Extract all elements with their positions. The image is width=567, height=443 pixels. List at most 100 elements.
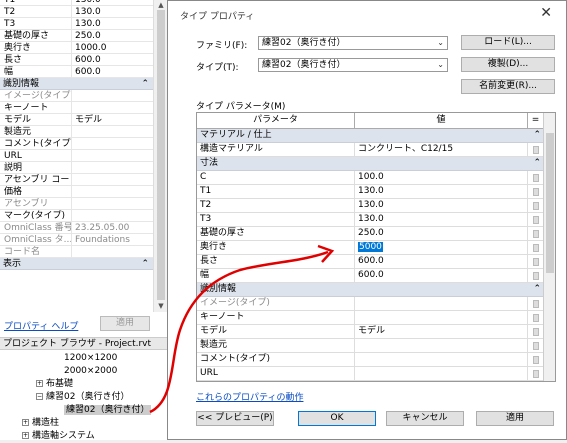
tree-item[interactable]: + 構造柱: [0, 417, 167, 430]
grid-scrollbar[interactable]: [543, 113, 555, 381]
properties-scrollbar[interactable]: ▲ ▼: [153, 0, 167, 312]
rename-button[interactable]: 名前変更(R)...: [461, 79, 555, 94]
param-value[interactable]: 130.0: [358, 186, 384, 196]
property-row[interactable]: 長さ 600.0: [0, 54, 153, 66]
ok-button[interactable]: OK: [298, 411, 376, 426]
grid-row[interactable]: 構造マテリアル コンクリート、C12/15: [197, 143, 555, 157]
property-row[interactable]: OmniClass 番号 23.25.05.00: [0, 222, 153, 234]
property-value[interactable]: [72, 198, 153, 209]
expand-icon[interactable]: +: [22, 419, 29, 426]
col-param-header[interactable]: パラメータ: [197, 113, 355, 128]
duplicate-button[interactable]: 複製(D)...: [461, 57, 555, 72]
param-value[interactable]: モデル: [358, 326, 385, 336]
formula-button[interactable]: [528, 213, 544, 226]
tree-item[interactable]: + 構造軸システム: [0, 430, 167, 443]
param-value-cell[interactable]: 600.0: [355, 269, 528, 282]
property-value[interactable]: [72, 150, 153, 161]
grid-section[interactable]: 識別情報 ⌃: [197, 283, 555, 297]
scroll-thumb[interactable]: [157, 10, 165, 300]
grid-row[interactable]: 製造元: [197, 339, 555, 353]
close-icon[interactable]: ✕: [540, 5, 552, 21]
formula-button[interactable]: [528, 353, 544, 366]
collapse-icon[interactable]: ⌃: [533, 157, 541, 170]
property-row[interactable]: 説明: [0, 162, 153, 174]
param-value[interactable]: 250.0: [358, 228, 384, 238]
property-value[interactable]: 130.0: [72, 18, 153, 29]
property-value[interactable]: 130.0: [72, 0, 153, 5]
param-value[interactable]: 600.0: [358, 256, 384, 266]
param-value-cell[interactable]: [355, 297, 528, 310]
property-row[interactable]: T2 130.0: [0, 6, 153, 18]
col-eq-header[interactable]: =: [528, 113, 544, 128]
tree-item[interactable]: 1200×1200: [0, 352, 167, 365]
grid-section[interactable]: 寸法 ⌃: [197, 157, 555, 171]
grid-row[interactable]: URL: [197, 367, 555, 381]
grid-row[interactable]: キーノート: [197, 311, 555, 325]
grid-row[interactable]: T3 130.0: [197, 213, 555, 227]
property-row[interactable]: 価格: [0, 186, 153, 198]
family-select[interactable]: 練習02（奥行き付） ⌄: [258, 36, 448, 50]
property-value[interactable]: [72, 186, 153, 197]
grid-row[interactable]: 基礎の厚さ 250.0: [197, 227, 555, 241]
property-value[interactable]: [72, 174, 153, 185]
property-value[interactable]: 600.0: [72, 66, 153, 77]
formula-button[interactable]: [528, 199, 544, 212]
collapse-icon[interactable]: ⌃: [141, 258, 149, 269]
collapse-icon[interactable]: ⌃: [141, 78, 149, 89]
property-help-link[interactable]: プロパティ ヘルプ: [4, 319, 78, 332]
tree-item[interactable]: 2000×2000: [0, 365, 167, 378]
property-row[interactable]: マーク(タイプ): [0, 210, 153, 222]
collapse-icon[interactable]: ⌃: [533, 129, 541, 142]
grid-row[interactable]: イメージ(タイプ): [197, 297, 555, 311]
tree-item[interactable]: 練習02（奥行き付）: [0, 404, 167, 417]
formula-button[interactable]: [528, 185, 544, 198]
formula-button[interactable]: [528, 339, 544, 352]
collapse-icon[interactable]: −: [36, 393, 43, 400]
property-row[interactable]: 基礎の厚さ 250.0: [0, 30, 153, 42]
grid-section[interactable]: マテリアル / 仕上 ⌃: [197, 129, 555, 143]
param-value-cell[interactable]: モデル: [355, 325, 528, 338]
property-value[interactable]: モデル: [72, 114, 153, 125]
property-row[interactable]: アセンブリ コード: [0, 174, 153, 186]
property-value[interactable]: 130.0: [72, 6, 153, 17]
preview-button[interactable]: << プレビュー(P): [196, 411, 274, 426]
formula-button[interactable]: [528, 269, 544, 282]
scroll-down-icon[interactable]: ▼: [157, 302, 165, 310]
formula-button[interactable]: [528, 143, 544, 156]
property-row[interactable]: モデル モデル: [0, 114, 153, 126]
param-value-cell[interactable]: 100.0: [355, 171, 528, 184]
property-value[interactable]: 250.0: [72, 30, 153, 41]
load-button[interactable]: ロード(L)...: [461, 35, 555, 50]
param-value-cell[interactable]: 130.0: [355, 213, 528, 226]
property-row[interactable]: 幅 600.0: [0, 66, 153, 78]
grid-row[interactable]: T2 130.0: [197, 199, 555, 213]
property-row[interactable]: URL: [0, 150, 153, 162]
param-value-cell[interactable]: コンクリート、C12/15: [355, 143, 528, 156]
property-row[interactable]: 奥行き 1000.0: [0, 42, 153, 54]
param-value[interactable]: 130.0: [358, 200, 384, 210]
param-value-cell[interactable]: 5000: [355, 241, 528, 254]
expand-icon[interactable]: +: [22, 432, 29, 439]
formula-button[interactable]: [528, 311, 544, 324]
tree-item[interactable]: − 練習02（奥行き付）: [0, 391, 167, 404]
property-row[interactable]: アセンブリ: [0, 198, 153, 210]
col-value-header[interactable]: 値: [355, 113, 528, 128]
property-value[interactable]: [72, 162, 153, 173]
formula-button[interactable]: [528, 297, 544, 310]
formula-button[interactable]: [528, 171, 544, 184]
property-row[interactable]: イメージ(タイプ): [0, 90, 153, 102]
property-value[interactable]: [72, 246, 153, 257]
param-value-cell[interactable]: 600.0: [355, 255, 528, 268]
property-value[interactable]: Foundations: [72, 234, 153, 245]
formula-button[interactable]: [528, 241, 544, 254]
formula-button[interactable]: [528, 255, 544, 268]
param-value-input[interactable]: 5000: [358, 242, 383, 252]
property-value[interactable]: 23.25.05.00: [72, 222, 153, 233]
apply-button-disabled[interactable]: 適用: [100, 316, 150, 331]
param-value-cell[interactable]: [355, 367, 528, 380]
cancel-button[interactable]: キャンセル: [386, 411, 464, 426]
property-row[interactable]: 製造元: [0, 126, 153, 138]
formula-button[interactable]: [528, 227, 544, 240]
grid-row[interactable]: 幅 600.0: [197, 269, 555, 283]
property-value[interactable]: [72, 90, 153, 101]
